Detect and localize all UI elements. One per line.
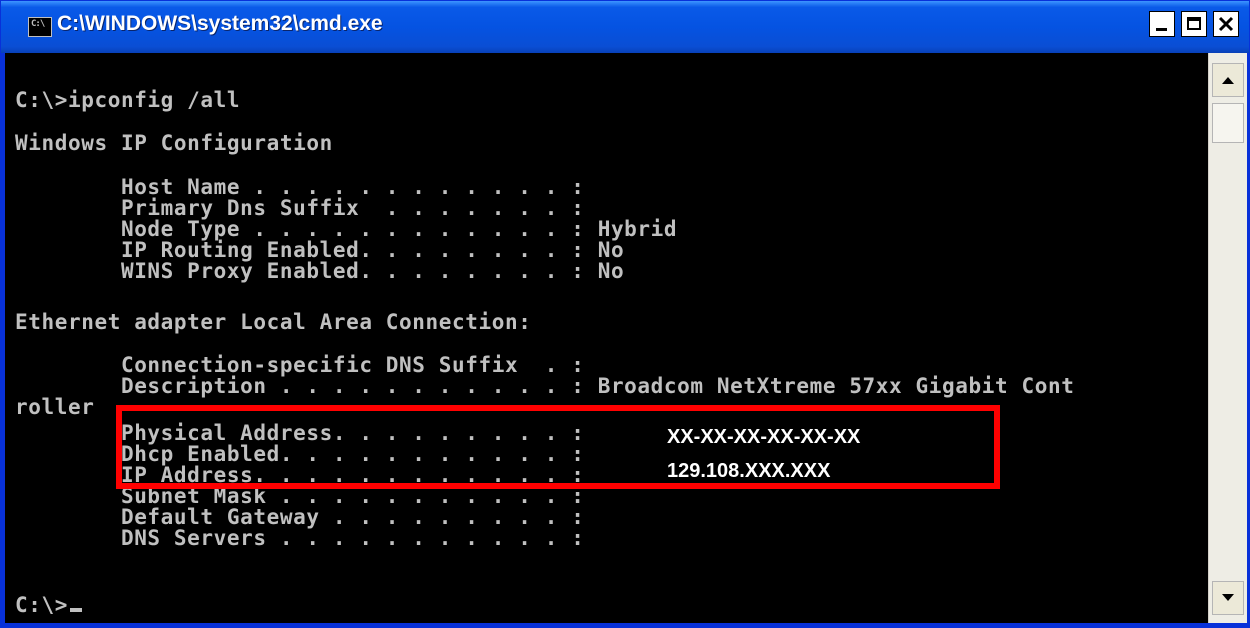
- console-line: IP Routing Enabled. . . . . . . . : No: [15, 238, 625, 262]
- close-icon: [1218, 16, 1234, 32]
- maximize-icon: [1187, 17, 1201, 30]
- close-button[interactable]: [1213, 11, 1239, 37]
- console-line: Windows IP Configuration: [15, 131, 333, 155]
- redaction-highlight-box: [116, 405, 1000, 489]
- scroll-up-icon: [1222, 77, 1234, 84]
- console-line: WINS Proxy Enabled. . . . . . . . : No: [15, 259, 625, 283]
- minimize-button[interactable]: [1149, 11, 1175, 37]
- window-title: C:\WINDOWS\system32\cmd.exe: [57, 12, 383, 35]
- console-line: Connection-specific DNS Suffix . :: [15, 353, 585, 377]
- console-line: Node Type . . . . . . . . . . . . : Hybr…: [15, 217, 678, 241]
- console-line: Description . . . . . . . . . . . : Broa…: [15, 374, 1075, 398]
- console-app-icon-glyph: C:\: [31, 19, 45, 29]
- console-line: C:\>ipconfig /all: [15, 88, 241, 112]
- console-prompt: C:\>: [15, 595, 82, 616]
- scroll-down-button[interactable]: [1212, 581, 1244, 615]
- prompt-text: C:\>: [15, 593, 68, 617]
- console-line: Ethernet adapter Local Area Connection:: [15, 310, 532, 334]
- scrollbar-thumb[interactable]: [1212, 103, 1244, 143]
- maximize-button[interactable]: [1181, 11, 1207, 37]
- console-line: Primary Dns Suffix . . . . . . . :: [15, 196, 585, 220]
- console-app-icon[interactable]: C:\: [28, 17, 52, 37]
- text-cursor: [69, 608, 82, 612]
- console-line: roller: [15, 395, 95, 419]
- console-line: Default Gateway . . . . . . . . . :: [15, 505, 585, 529]
- minimize-icon: [1156, 28, 1167, 31]
- console-line: Subnet Mask . . . . . . . . . . . :: [15, 484, 585, 508]
- console-line: DNS Servers . . . . . . . . . . . :: [15, 526, 585, 550]
- ip-address-value: 129.108.XXX.XXX: [667, 460, 831, 482]
- console-output[interactable]: C:\>ipconfig /all Windows IP Configurati…: [5, 53, 1208, 623]
- title-bar[interactable]: C:\ C:\WINDOWS\system32\cmd.exe: [1, 1, 1249, 53]
- vertical-scrollbar[interactable]: [1208, 53, 1247, 623]
- cmd-window: C:\ C:\WINDOWS\system32\cmd.exe C:\>ipco…: [0, 0, 1250, 628]
- physical-address-value: XX-XX-XX-XX-XX-XX: [667, 426, 861, 448]
- scroll-up-button[interactable]: [1212, 63, 1244, 97]
- console-line: Host Name . . . . . . . . . . . . :: [15, 175, 585, 199]
- scroll-down-icon: [1222, 594, 1234, 601]
